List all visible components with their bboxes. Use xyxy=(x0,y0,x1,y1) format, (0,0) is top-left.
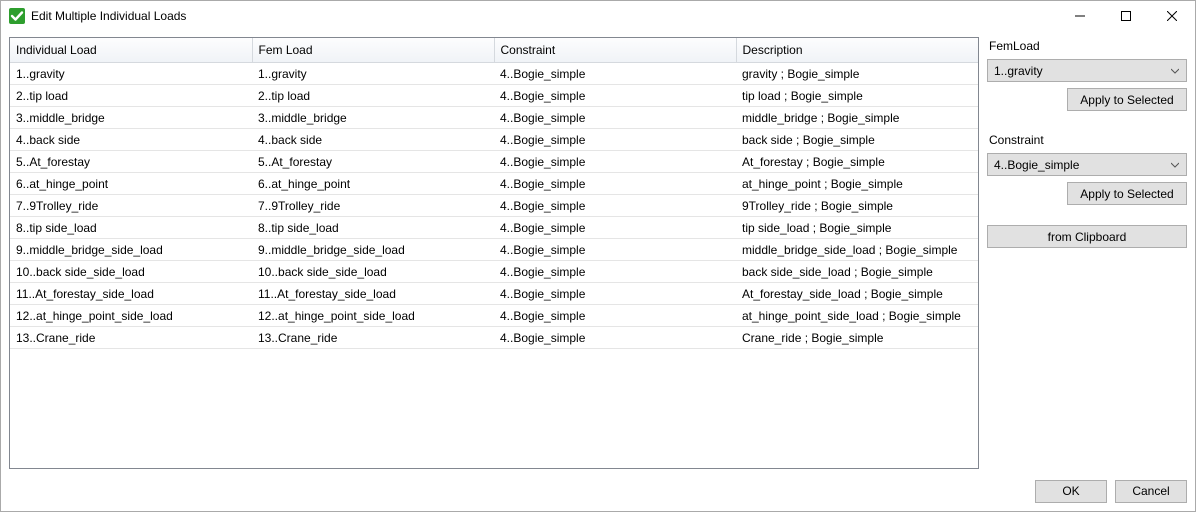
cell-individual-load: 6..at_hinge_point xyxy=(10,173,252,195)
cell-description: back side_side_load ; Bogie_simple xyxy=(736,261,978,283)
cell-description: middle_bridge_side_load ; Bogie_simple xyxy=(736,239,978,261)
cell-fem-load: 4..back side xyxy=(252,129,494,151)
cell-constraint: 4..Bogie_simple xyxy=(494,85,736,107)
cell-description: tip side_load ; Bogie_simple xyxy=(736,217,978,239)
titlebar: Edit Multiple Individual Loads xyxy=(1,1,1195,31)
table-row[interactable]: 9..middle_bridge_side_load9..middle_brid… xyxy=(10,239,978,261)
cell-fem-load: 8..tip side_load xyxy=(252,217,494,239)
constraint-label: Constraint xyxy=(987,131,1187,147)
cell-description: At_forestay ; Bogie_simple xyxy=(736,151,978,173)
side-gap xyxy=(987,117,1187,125)
cell-individual-load: 8..tip side_load xyxy=(10,217,252,239)
cell-individual-load: 3..middle_bridge xyxy=(10,107,252,129)
table-header-row: Individual Load Fem Load Constraint Desc… xyxy=(10,38,978,63)
cell-individual-load: 12..at_hinge_point_side_load xyxy=(10,305,252,327)
side-gap xyxy=(987,211,1187,219)
chevron-down-icon xyxy=(1168,161,1182,169)
cell-individual-load: 2..tip load xyxy=(10,85,252,107)
cell-constraint: 4..Bogie_simple xyxy=(494,261,736,283)
cell-description: 9Trolley_ride ; Bogie_simple xyxy=(736,195,978,217)
loads-table[interactable]: Individual Load Fem Load Constraint Desc… xyxy=(10,38,978,349)
cell-individual-load: 7..9Trolley_ride xyxy=(10,195,252,217)
cell-individual-load: 4..back side xyxy=(10,129,252,151)
window: Edit Multiple Individual Loads xyxy=(0,0,1196,512)
cell-description: gravity ; Bogie_simple xyxy=(736,63,978,85)
cell-description: middle_bridge ; Bogie_simple xyxy=(736,107,978,129)
cell-fem-load: 11..At_forestay_side_load xyxy=(252,283,494,305)
col-constraint[interactable]: Constraint xyxy=(494,38,736,63)
constraint-select[interactable]: 4..Bogie_simple xyxy=(987,153,1187,176)
cell-individual-load: 9..middle_bridge_side_load xyxy=(10,239,252,261)
cell-fem-load: 7..9Trolley_ride xyxy=(252,195,494,217)
table-row[interactable]: 10..back side_side_load10..back side_sid… xyxy=(10,261,978,283)
cell-description: back side ; Bogie_simple xyxy=(736,129,978,151)
femload-select[interactable]: 1..gravity xyxy=(987,59,1187,82)
window-title: Edit Multiple Individual Loads xyxy=(31,9,186,23)
constraint-value: 4..Bogie_simple xyxy=(994,158,1168,172)
col-description[interactable]: Description xyxy=(736,38,978,63)
table-row[interactable]: 1..gravity1..gravity4..Bogie_simplegravi… xyxy=(10,63,978,85)
maximize-button[interactable] xyxy=(1103,1,1149,31)
cell-individual-load: 13..Crane_ride xyxy=(10,327,252,349)
chevron-down-icon xyxy=(1168,67,1182,75)
table-row[interactable]: 3..middle_bridge3..middle_bridge4..Bogie… xyxy=(10,107,978,129)
cell-description: Crane_ride ; Bogie_simple xyxy=(736,327,978,349)
cell-constraint: 4..Bogie_simple xyxy=(494,239,736,261)
cancel-button[interactable]: Cancel xyxy=(1115,480,1187,503)
table-row[interactable]: 7..9Trolley_ride7..9Trolley_ride4..Bogie… xyxy=(10,195,978,217)
col-individual-load[interactable]: Individual Load xyxy=(10,38,252,63)
cell-constraint: 4..Bogie_simple xyxy=(494,173,736,195)
table-row[interactable]: 8..tip side_load8..tip side_load4..Bogie… xyxy=(10,217,978,239)
cell-constraint: 4..Bogie_simple xyxy=(494,283,736,305)
cell-individual-load: 5..At_forestay xyxy=(10,151,252,173)
table-row[interactable]: 6..at_hinge_point6..at_hinge_point4..Bog… xyxy=(10,173,978,195)
app-icon xyxy=(9,8,25,24)
cell-constraint: 4..Bogie_simple xyxy=(494,305,736,327)
cell-fem-load: 9..middle_bridge_side_load xyxy=(252,239,494,261)
cell-individual-load: 10..back side_side_load xyxy=(10,261,252,283)
cell-description: tip load ; Bogie_simple xyxy=(736,85,978,107)
cell-fem-load: 10..back side_side_load xyxy=(252,261,494,283)
table-empty-area xyxy=(10,349,978,468)
table-row[interactable]: 12..at_hinge_point_side_load12..at_hinge… xyxy=(10,305,978,327)
cell-fem-load: 12..at_hinge_point_side_load xyxy=(252,305,494,327)
cell-fem-load: 6..at_hinge_point xyxy=(252,173,494,195)
cell-fem-load: 1..gravity xyxy=(252,63,494,85)
femload-value: 1..gravity xyxy=(994,64,1168,78)
femload-label: FemLoad xyxy=(987,37,1187,53)
minimize-button[interactable] xyxy=(1057,1,1103,31)
cell-fem-load: 5..At_forestay xyxy=(252,151,494,173)
side-panel: FemLoad 1..gravity Apply to Selected Con… xyxy=(987,37,1187,469)
ok-button[interactable]: OK xyxy=(1035,480,1107,503)
table-row[interactable]: 5..At_forestay5..At_forestay4..Bogie_sim… xyxy=(10,151,978,173)
table-row[interactable]: 11..At_forestay_side_load11..At_forestay… xyxy=(10,283,978,305)
cell-description: At_forestay_side_load ; Bogie_simple xyxy=(736,283,978,305)
from-clipboard-button[interactable]: from Clipboard xyxy=(987,225,1187,248)
apply-femload-button[interactable]: Apply to Selected xyxy=(1067,88,1187,111)
cell-constraint: 4..Bogie_simple xyxy=(494,107,736,129)
cell-description: at_hinge_point ; Bogie_simple xyxy=(736,173,978,195)
cell-constraint: 4..Bogie_simple xyxy=(494,151,736,173)
content-area: Individual Load Fem Load Constraint Desc… xyxy=(1,31,1195,477)
close-button[interactable] xyxy=(1149,1,1195,31)
cell-constraint: 4..Bogie_simple xyxy=(494,129,736,151)
cell-constraint: 4..Bogie_simple xyxy=(494,195,736,217)
loads-table-container: Individual Load Fem Load Constraint Desc… xyxy=(9,37,979,469)
cell-constraint: 4..Bogie_simple xyxy=(494,63,736,85)
cell-fem-load: 13..Crane_ride xyxy=(252,327,494,349)
cell-fem-load: 2..tip load xyxy=(252,85,494,107)
cell-constraint: 4..Bogie_simple xyxy=(494,327,736,349)
cell-description: at_hinge_point_side_load ; Bogie_simple xyxy=(736,305,978,327)
window-controls xyxy=(1057,1,1195,31)
cell-constraint: 4..Bogie_simple xyxy=(494,217,736,239)
dialog-footer: OK Cancel xyxy=(1,477,1195,511)
col-fem-load[interactable]: Fem Load xyxy=(252,38,494,63)
table-row[interactable]: 2..tip load2..tip load4..Bogie_simpletip… xyxy=(10,85,978,107)
cell-individual-load: 11..At_forestay_side_load xyxy=(10,283,252,305)
cell-individual-load: 1..gravity xyxy=(10,63,252,85)
cell-fem-load: 3..middle_bridge xyxy=(252,107,494,129)
table-row[interactable]: 4..back side4..back side4..Bogie_simpleb… xyxy=(10,129,978,151)
apply-constraint-button[interactable]: Apply to Selected xyxy=(1067,182,1187,205)
table-row[interactable]: 13..Crane_ride13..Crane_ride4..Bogie_sim… xyxy=(10,327,978,349)
